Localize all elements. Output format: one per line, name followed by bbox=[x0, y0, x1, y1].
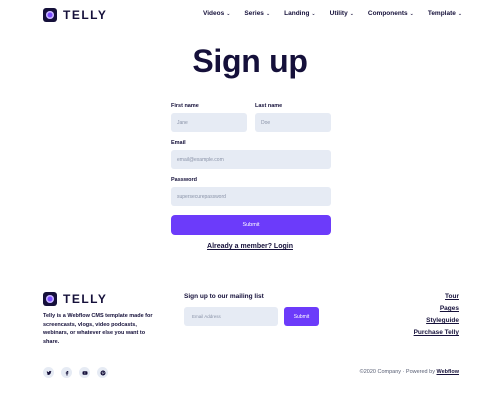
footer-brand-logo[interactable]: TELLY bbox=[43, 292, 107, 306]
last-name-label: Last name bbox=[255, 103, 283, 109]
youtube-icon[interactable] bbox=[79, 367, 90, 378]
chevron-down-icon: ⌄ bbox=[349, 10, 354, 17]
first-name-label: First name bbox=[171, 103, 199, 109]
page-title: Sign up bbox=[192, 43, 308, 79]
nav-item-utility[interactable]: Utility ⌄ bbox=[330, 10, 354, 17]
nav-item-videos[interactable]: Videos ⌄ bbox=[203, 10, 230, 17]
mailing-submit-button[interactable]: Submit bbox=[284, 307, 319, 326]
footer-description: Telly is a Webflow CMS template made for… bbox=[43, 313, 153, 345]
password-label: Password bbox=[171, 177, 197, 183]
social-links bbox=[43, 367, 108, 378]
logo-icon bbox=[43, 8, 57, 22]
nav-item-series[interactable]: Series ⌄ bbox=[244, 10, 270, 17]
main-nav: Videos ⌄ Series ⌄ Landing ⌄ Utility ⌄ Compon… bbox=[203, 10, 462, 17]
mailing-list-title: Sign up to our mailing list bbox=[184, 293, 264, 300]
chevron-down-icon: ⌄ bbox=[409, 10, 414, 17]
footer-link-pages[interactable]: Pages bbox=[440, 305, 459, 312]
footer-link-styleguide[interactable]: Styleguide bbox=[426, 317, 459, 324]
nav-label: Utility bbox=[329, 10, 348, 17]
footer-link-tour[interactable]: Tour bbox=[445, 293, 459, 300]
footer-link-purchase[interactable]: Purchase Telly bbox=[414, 329, 459, 336]
nav-item-landing[interactable]: Landing ⌄ bbox=[284, 10, 315, 17]
email-label: Email bbox=[171, 140, 186, 146]
chevron-down-icon: ⌄ bbox=[265, 10, 271, 17]
nav-label: Series bbox=[244, 10, 264, 17]
chevron-down-icon: ⌄ bbox=[226, 10, 231, 17]
footer-links: Tour Pages Styleguide Purchase Telly bbox=[414, 293, 459, 336]
last-name-input[interactable]: Doe bbox=[255, 113, 331, 132]
nav-item-template[interactable]: Template ⌄ bbox=[428, 10, 462, 17]
chevron-down-icon: ⌄ bbox=[457, 10, 463, 17]
brand-name: TELLY bbox=[63, 8, 108, 22]
header: TELLY Videos ⌄ Series ⌄ Landing ⌄ Utility ⌄ … bbox=[0, 0, 500, 30]
webflow-link[interactable]: Webflow bbox=[436, 369, 459, 375]
brand-logo[interactable]: TELLY bbox=[43, 8, 107, 22]
submit-button[interactable]: Submit bbox=[171, 215, 331, 235]
mailing-email-input[interactable]: Email Address bbox=[184, 307, 278, 326]
copyright: ©2020 Company · Powered by Webflow bbox=[360, 369, 459, 375]
facebook-icon[interactable] bbox=[61, 367, 72, 378]
nav-item-components[interactable]: Components ⌄ bbox=[368, 10, 414, 17]
nav-label: Videos bbox=[203, 10, 225, 17]
chevron-down-icon: ⌄ bbox=[311, 10, 316, 17]
nav-label: Landing bbox=[284, 10, 310, 17]
login-link[interactable]: Already a member? Login bbox=[0, 243, 500, 250]
nav-label: Components bbox=[367, 10, 408, 17]
pinterest-icon[interactable] bbox=[97, 367, 108, 378]
copyright-text: ©2020 Company · Powered by bbox=[359, 369, 437, 375]
nav-label: Template bbox=[427, 10, 456, 17]
twitter-icon[interactable] bbox=[43, 367, 54, 378]
password-input[interactable]: supersecurepassword bbox=[171, 187, 331, 206]
logo-icon bbox=[43, 292, 57, 306]
email-input[interactable]: email@example.com bbox=[171, 150, 331, 169]
footer-brand-name: TELLY bbox=[63, 292, 108, 306]
first-name-input[interactable]: Jane bbox=[171, 113, 247, 132]
